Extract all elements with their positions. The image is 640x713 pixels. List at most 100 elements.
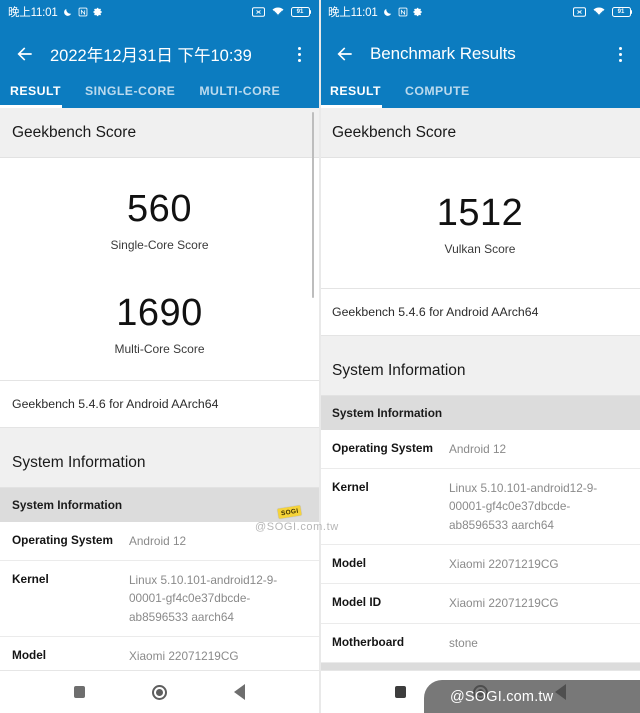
score-value-vulkan: 1512 [320,194,640,234]
status-bar-left: 晚上11:01 91 [0,0,319,24]
scroll-content-left[interactable]: Geekbench Score 560 Single-Core Score 16… [0,108,319,670]
no-sim-icon [252,7,265,17]
tab-bar-right: RESULT COMPUTE [320,74,640,108]
row-key: Model [332,555,449,573]
status-bar-left-icons [62,7,103,18]
nfc-icon [78,7,88,17]
score-value-single-core: 560 [0,190,319,230]
app-bar-row-left: 2022年12月31日 下午10:39 [0,34,319,74]
navigation-bar-left [0,670,319,713]
table-subheader-system-information-left: System Information [0,488,319,522]
version-row-right: Geekbench 5.4.6 for Android AArch64 [320,289,640,336]
tab-multi-core[interactable]: MULTI-CORE [199,84,294,108]
score-value-multi-core: 1690 [0,294,319,334]
status-bar-left-icons [382,7,423,18]
section-header-geekbench-score-left: Geekbench Score [0,108,319,158]
table-row: Motherboard stone [320,624,640,663]
section-gap-right [320,336,640,346]
home-button-right[interactable] [463,675,497,709]
overflow-menu-button-right[interactable] [606,37,634,71]
page-title-right: Benchmark Results [370,44,516,64]
recents-button-right[interactable] [383,675,417,709]
row-value: Xiaomi 22071219CG [129,647,307,665]
overflow-dot [298,47,301,50]
panel-divider [319,0,321,713]
row-key: Kernel [12,571,129,589]
score-block-vulkan: 1512 Vulkan Score [320,184,640,260]
row-value: Xiaomi 22071219CG [449,555,628,573]
table-subheader-processor-information: Processor Information [320,663,640,670]
table-row: Operating System Android 12 [0,522,319,561]
nfc-icon [398,7,408,17]
score-label-multi-core: Multi-Core Score [0,342,319,356]
row-key: Model ID [332,594,449,612]
vertical-scrollbar-left[interactable] [312,112,315,298]
score-card-left: 560 Single-Core Score 1690 Multi-Core Sc… [0,158,319,381]
battery-icon: 91 [612,7,633,17]
arrow-back-icon [335,44,355,64]
app-bar-right: Benchmark Results RESULT COMPUTE [320,24,640,108]
table-row: Model ID Xiaomi 22071219CG [320,584,640,623]
overflow-dot [298,59,301,62]
score-label-vulkan: Vulkan Score [320,242,640,256]
overflow-menu-button-left[interactable] [285,37,313,71]
version-row-left: Geekbench 5.4.6 for Android AArch64 [0,381,319,428]
back-button-nav-left[interactable] [222,675,256,709]
recents-button-left[interactable] [63,675,97,709]
recents-square-icon [395,686,406,698]
row-key: Operating System [12,532,129,550]
page-title-left: 2022年12月31日 下午10:39 [50,42,252,66]
scroll-content-right[interactable]: Geekbench Score 1512 Vulkan Score Geekbe… [320,108,640,670]
score-block-single-core: 560 Single-Core Score [0,180,319,256]
gear-icon [93,7,103,17]
row-key: Motherboard [332,634,449,652]
wifi-icon [272,7,284,17]
status-bar-right: 晚上11:01 91 [320,0,640,24]
row-value: Android 12 [129,532,307,550]
recents-square-icon [74,686,85,698]
right-phone-screenshot: 晚上11:01 91 [320,0,640,713]
tab-single-core[interactable]: SINGLE-CORE [85,84,189,108]
score-card-right: 1512 Vulkan Score [320,158,640,289]
wifi-icon [593,7,605,17]
overflow-dot [298,53,301,56]
back-button-right[interactable] [330,39,360,69]
overflow-dot [619,59,622,62]
status-bar-clock: 晚上11:01 [328,4,378,20]
row-value: Linux 5.10.101-android12-9-00001-gf4c0e3… [129,571,307,626]
navigation-bar-right [320,670,640,713]
row-value: Android 12 [449,440,628,458]
overflow-dot [619,47,622,50]
row-key: Model [12,647,129,665]
table-row: Kernel Linux 5.10.101-android12-9-00001-… [320,469,640,545]
row-value: Linux 5.10.101-android12-9-00001-gf4c0e3… [449,479,628,534]
app-bar-left: 2022年12月31日 下午10:39 RESULT SINGLE-CORE M… [0,24,319,108]
arrow-back-icon [15,44,35,64]
section-header-system-information-right: System Information [320,346,640,396]
back-triangle-icon [555,684,566,700]
table-row: Model Xiaomi 22071219CG [320,545,640,584]
battery-level-text: 91 [297,9,304,15]
row-key: Operating System [332,440,449,458]
no-sim-icon [573,7,586,17]
home-circle-icon [473,685,488,700]
back-triangle-icon [234,684,245,700]
overflow-dot [619,53,622,56]
moon-dnd-icon [382,7,393,18]
score-block-multi-core: 1690 Multi-Core Score [0,284,319,360]
home-button-left[interactable] [142,675,176,709]
section-header-geekbench-score-right: Geekbench Score [320,108,640,158]
left-phone-screenshot: 晚上11:01 91 [0,0,320,713]
row-value: Xiaomi 22071219CG [449,594,628,612]
table-row: Model Xiaomi 22071219CG [0,637,319,670]
dual-screenshot-composite: 晚上11:01 91 [0,0,640,713]
gear-icon [413,7,423,17]
home-circle-icon [152,685,167,700]
back-button-nav-right[interactable] [543,675,577,709]
score-label-single-core: Single-Core Score [0,238,319,252]
status-bar-right-icons: 91 [573,7,633,17]
battery-icon: 91 [291,7,312,17]
tab-compute[interactable]: COMPUTE [405,84,484,108]
row-key: Kernel [332,479,449,497]
back-button-left[interactable] [10,39,40,69]
